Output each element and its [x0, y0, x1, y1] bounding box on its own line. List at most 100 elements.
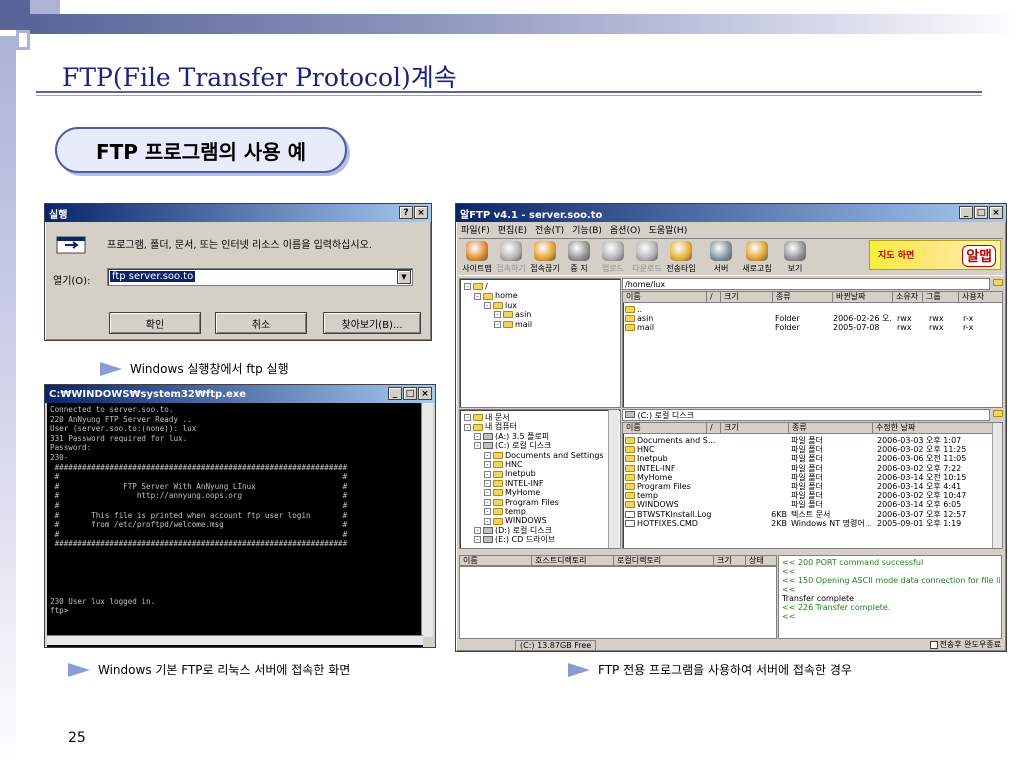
tree-item[interactable]: - / — [464, 282, 488, 291]
table-row[interactable]: asin Folder 2006-02-26 오... rwx rwx r-x — [623, 314, 993, 323]
expand-toggle-icon[interactable]: - — [494, 320, 501, 328]
toolbar-button[interactable]: 새로고침 — [741, 241, 773, 274]
toolbar-button[interactable]: 업로드 — [597, 241, 629, 274]
toolbar-button[interactable]: 접속끊기 — [529, 241, 561, 274]
toolbar-button[interactable]: 사이트맵 — [461, 241, 493, 274]
tree-item[interactable]: - 내 컴퓨터 — [464, 422, 517, 431]
table-row[interactable]: Program Files 파일 폴더 2006-03-14 오후 4:41 — [623, 482, 993, 491]
expand-toggle-icon[interactable]: - — [464, 283, 471, 291]
expand-toggle-icon[interactable]: - — [464, 414, 471, 422]
toolbar-button[interactable]: 중 지 — [563, 241, 595, 274]
expand-toggle-icon[interactable]: - — [484, 451, 491, 459]
table-row[interactable]: WINDOWS 파일 폴더 2006-03-14 오후 6:05 — [623, 500, 993, 509]
expand-toggle-icon[interactable]: - — [494, 311, 501, 319]
local-tree-scrollbar[interactable] — [608, 410, 619, 548]
folder-up-icon[interactable] — [993, 279, 1003, 286]
menu-item[interactable]: 파일(F) — [461, 223, 490, 237]
local-file-list[interactable]: 이름 / 크기 종류 수정한 날짜 Documents and S... 파일 폴더 200… — [622, 422, 1003, 549]
tree-item[interactable]: - asin — [494, 310, 531, 319]
column-header[interactable]: 크기 — [721, 292, 773, 303]
tree-item[interactable]: - lux — [484, 301, 517, 310]
table-row[interactable]: BTWSTKInstall.Log 6KB 텍스트 문서 2006-03-07 오후 … — [623, 510, 993, 519]
tree-item[interactable]: - (D:) 로컬 디스크 — [474, 526, 552, 535]
table-row[interactable]: INTEL-INF 파일 폴더 2006-03-02 오후 7:22 — [623, 464, 993, 473]
table-row[interactable]: MyHome 파일 폴더 2006-03-14 오전 10:15 — [623, 473, 993, 482]
tree-item[interactable]: - Documents and Settings — [484, 451, 604, 460]
table-row[interactable]: temp 파일 폴더 2006-03-02 오후 10:47 — [623, 491, 993, 500]
remote-folder-tree[interactable]: - / - home - lux - asin - mail — [459, 278, 621, 408]
open-combobox[interactable]: ftp server.soo.to ▼ — [107, 268, 413, 286]
help-button[interactable]: ? — [399, 206, 413, 219]
table-row[interactable]: .. — [623, 305, 993, 314]
column-header[interactable]: 수정한 날짜 — [873, 423, 1002, 434]
column-header[interactable]: / — [707, 423, 721, 434]
local-path-field[interactable]: (C:) 로컬 디스크 — [622, 409, 990, 421]
column-header[interactable]: 크기 — [721, 423, 789, 434]
column-header[interactable]: 이름 — [460, 556, 532, 566]
transfer-queue-list[interactable] — [459, 566, 777, 639]
minimize-button[interactable]: _ — [959, 206, 973, 219]
menu-item[interactable]: 전송(T) — [535, 223, 564, 237]
expand-toggle-icon[interactable]: - — [474, 527, 481, 534]
table-row[interactable]: HNC 파일 폴더 2006-03-02 오후 11:25 — [623, 445, 993, 454]
shutdown-checkbox[interactable] — [929, 641, 938, 649]
tree-item[interactable]: - home — [474, 291, 518, 300]
toolbar-button[interactable]: 보기 — [779, 241, 811, 274]
expand-toggle-icon[interactable]: - — [474, 536, 481, 544]
tree-item[interactable]: - Program Files — [484, 498, 559, 507]
tree-item[interactable]: - (C:) 로컬 디스크 — [474, 441, 551, 450]
close-button[interactable]: × — [414, 206, 428, 219]
remote-path-field[interactable]: /home/lux — [622, 278, 990, 290]
column-header[interactable]: 로컬디렉토리 — [614, 556, 714, 566]
tree-item[interactable]: - INTEL-INF — [484, 479, 543, 488]
expand-toggle-icon[interactable]: - — [474, 433, 481, 440]
menu-item[interactable]: 기능(B) — [572, 223, 602, 237]
menu-item[interactable]: 도움말(H) — [649, 223, 688, 237]
menu-item[interactable]: 옵션(O) — [610, 223, 641, 237]
expand-toggle-icon[interactable]: - — [474, 292, 481, 300]
table-row[interactable]: Inetpub 파일 폴더 2006-03-06 오전 11:05 — [623, 454, 993, 463]
close-button[interactable]: × — [989, 206, 1003, 219]
expand-toggle-icon[interactable]: - — [484, 508, 491, 516]
tree-item[interactable]: - temp — [484, 507, 526, 516]
column-header[interactable]: 호스트디렉토리 — [532, 556, 614, 566]
remote-file-list[interactable]: 이름 / 크기 종류 바뀐날짜 소유자 그룹 사용자 .. asin Folder 2006-02-… — [622, 291, 1003, 408]
menu-item[interactable]: 편집(E) — [498, 223, 527, 237]
tree-item[interactable]: - WINDOWS — [484, 516, 547, 525]
folder-up-icon[interactable] — [993, 410, 1003, 417]
browse-button[interactable]: 찾아보기(B)... — [323, 312, 421, 334]
toolbar-button[interactable]: 다운로드 — [631, 241, 663, 274]
expand-toggle-icon[interactable]: - — [484, 480, 491, 487]
cancel-button[interactable]: 취소 — [215, 312, 307, 334]
close-button[interactable]: × — [418, 387, 432, 400]
toolbar-button[interactable]: 접속하기 — [495, 241, 527, 274]
column-header[interactable]: 바뀐날짜 — [833, 292, 893, 303]
almap-ad-banner[interactable]: 지도 하면 알맵 — [869, 240, 1001, 270]
expand-toggle-icon[interactable]: - — [484, 461, 491, 469]
column-header[interactable]: 사용자 — [959, 292, 1002, 303]
tree-item[interactable]: - mail — [494, 320, 532, 329]
console-vertical-scrollbar[interactable] — [421, 403, 433, 637]
expand-toggle-icon[interactable]: - — [484, 302, 491, 309]
column-header[interactable]: 종류 — [789, 423, 873, 434]
tree-item[interactable]: - (E:) CD 드라이브 — [474, 535, 555, 544]
shutdown-after-transfer[interactable]: 전송후 완도우종료 — [929, 640, 1001, 650]
tree-item[interactable]: - HNC — [484, 460, 523, 469]
column-header[interactable]: / — [707, 292, 721, 303]
console-horizontal-scrollbar[interactable] — [47, 635, 423, 645]
tree-item[interactable]: - (A:) 3.5 플로피 — [474, 432, 549, 441]
minimize-button[interactable]: _ — [388, 387, 402, 400]
dropdown-arrow-icon[interactable]: ▼ — [397, 270, 411, 284]
expand-toggle-icon[interactable]: - — [484, 498, 491, 506]
tree-item[interactable]: - 내 문서 — [464, 413, 510, 422]
local-list-scrollbar[interactable] — [992, 423, 1002, 548]
expand-toggle-icon[interactable]: - — [464, 423, 471, 431]
table-row[interactable]: HOTFIXES.CMD 2KB Windows NT 명령어 ... 2005-09… — [623, 519, 993, 528]
expand-toggle-icon[interactable]: - — [484, 517, 491, 525]
maximize-button[interactable]: □ — [974, 206, 988, 219]
column-header[interactable]: 종류 — [773, 292, 833, 303]
column-header[interactable]: 그룹 — [923, 292, 959, 303]
expand-toggle-icon[interactable]: - — [474, 442, 481, 450]
column-header[interactable]: 크기 — [714, 556, 746, 566]
tree-item[interactable]: - MyHome — [484, 488, 540, 497]
